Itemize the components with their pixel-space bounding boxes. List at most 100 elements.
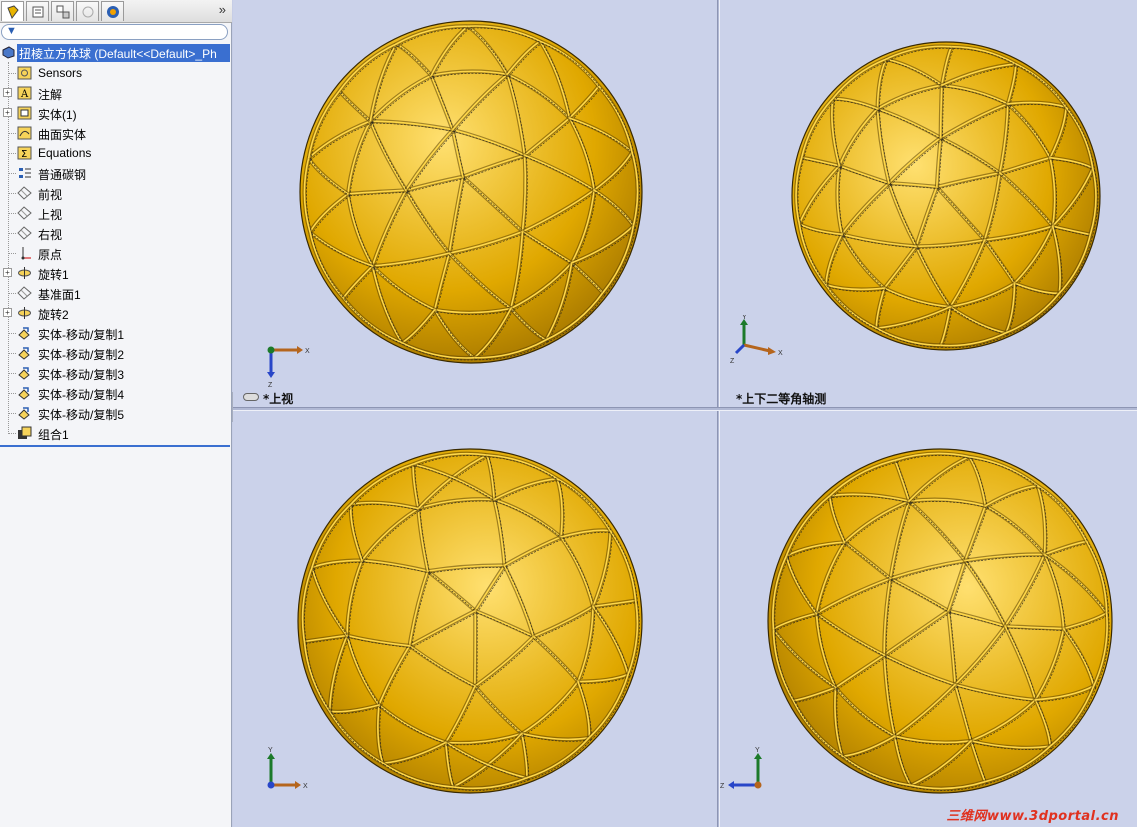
sensors-icon (17, 66, 32, 80)
viewport-splitter-vertical[interactable] (717, 0, 720, 827)
snub-cube-sphere-model[interactable] (787, 37, 1105, 355)
solid-bodies-icon (17, 106, 32, 120)
axis-triad: Y X Z (730, 315, 783, 365)
triad-y-label: Y (742, 315, 747, 321)
triad-x-label: X (305, 348, 310, 355)
triad-z-label: Z (720, 783, 725, 790)
tree-connector (8, 73, 16, 74)
expand-toggle[interactable]: + (3, 268, 12, 277)
tree-item[interactable]: + 旋转1 (0, 264, 230, 282)
tree-item-label: 上视 (38, 208, 63, 222)
tree-item[interactable]: Σ Equations (0, 144, 230, 162)
tree-item[interactable]: 实体-移动/复制4 (0, 384, 230, 402)
snub-cube-sphere-model[interactable] (293, 444, 647, 798)
tree-item-label: 实体-移动/复制5 (38, 408, 125, 422)
viewport-isometric[interactable]: Y X Z *上下二等角轴测 (720, 0, 1137, 407)
snub-cube-sphere-model[interactable] (295, 16, 647, 368)
tree-item-label: 右视 (38, 228, 63, 242)
tree-connector (8, 373, 16, 374)
display-manager-tab[interactable] (101, 1, 124, 21)
tree-item-label: 曲面实体 (38, 128, 87, 142)
surface-bodies-icon (17, 126, 32, 140)
tree-item[interactable]: 实体-移动/复制5 (0, 404, 230, 422)
equations-icon: Σ (17, 146, 32, 160)
tree-item-label: 普通碳钢 (38, 168, 87, 182)
triad-y-label: Y (268, 747, 273, 754)
panel-tabbar: » (0, 0, 232, 23)
configuration-manager-tab[interactable] (51, 1, 74, 21)
tree-item-label: 注解 (38, 88, 63, 102)
root-part-label: 扭棱立方体球 (Default<<Default>_Ph (19, 47, 217, 61)
tree-item[interactable]: 实体-移动/复制2 (0, 344, 230, 362)
move-copy-icon (18, 407, 30, 420)
viewport-splitter-horizontal[interactable] (233, 407, 1137, 411)
tree-item[interactable]: 普通碳钢 (0, 164, 230, 182)
annotations-icon: A (17, 86, 32, 100)
triad-x-label: X (303, 783, 308, 790)
material-icon (19, 168, 31, 178)
tree-root-part[interactable]: 扭棱立方体球 (Default<<Default>_Ph (0, 44, 230, 62)
tree-item-label: Sensors (38, 66, 83, 80)
viewport-front[interactable]: YX (233, 411, 717, 827)
display-manager-icon (106, 5, 119, 18)
expand-toggle[interactable]: + (3, 88, 12, 97)
tree-connector (8, 213, 16, 214)
dimxpert-tab[interactable] (76, 1, 99, 21)
svg-text:A: A (20, 89, 29, 100)
tree-filter-input[interactable]: ▼ (1, 24, 228, 40)
tree-item[interactable]: Sensors (0, 64, 230, 82)
origin-icon (21, 247, 31, 260)
combine-icon (18, 426, 32, 439)
triad-z-label: Z (268, 382, 273, 389)
tree-item[interactable]: + 旋转2 (0, 304, 230, 322)
tree-item[interactable]: 上视 (0, 204, 230, 222)
viewport-top[interactable]: X Z *上视 (233, 0, 717, 407)
feature-manager-tab[interactable] (1, 1, 24, 21)
tree-item[interactable]: 基准面1 (0, 284, 230, 302)
tree-item-label: 实体-移动/复制3 (38, 368, 125, 382)
triad-x-label: X (778, 350, 783, 357)
expand-tabs-button[interactable]: » (219, 2, 226, 17)
tree-connector (8, 233, 16, 234)
move-copy-icon (18, 327, 30, 340)
view-label-top: *上视 (263, 392, 294, 406)
tree-item[interactable]: 实体-移动/复制3 (0, 364, 230, 382)
expand-toggle[interactable]: + (3, 308, 12, 317)
viewport-right[interactable]: YZ (720, 411, 1137, 827)
move-copy-icon (18, 367, 30, 380)
filter-icon: ▼ (6, 25, 17, 37)
plane-icon (17, 286, 32, 300)
snub-cube-sphere-model[interactable] (763, 444, 1117, 798)
expand-toggle[interactable]: + (3, 108, 12, 117)
move-copy-icon (18, 387, 30, 400)
tree-connector (8, 193, 16, 194)
plane-icon (17, 226, 32, 240)
tree-item-label: 实体-移动/复制1 (38, 328, 125, 342)
axis-triad: YZ (720, 747, 762, 790)
tree-item[interactable]: 曲面实体 (0, 124, 230, 142)
tree-item[interactable]: 前视 (0, 184, 230, 202)
tree-connector (8, 293, 16, 294)
tree-item[interactable]: + A 注解 (0, 84, 230, 102)
property-manager-tab[interactable] (26, 1, 49, 21)
tree-item-label: 旋转1 (38, 268, 69, 282)
tree-item-label: 旋转2 (38, 308, 69, 322)
tree-connector (8, 173, 16, 174)
tree-item[interactable]: 原点 (0, 244, 230, 262)
tree-item-label: 前视 (38, 188, 63, 202)
tree-item[interactable]: 右视 (0, 224, 230, 242)
graphics-area[interactable]: X Z *上视 Y X Z *上下二等角轴测 YX YZ (233, 0, 1137, 827)
link-views-icon[interactable] (243, 393, 259, 401)
plane-icon (17, 206, 32, 220)
tree-connector (8, 133, 16, 134)
tree-item[interactable]: 实体-移动/复制1 (0, 324, 230, 342)
triad-y-label: Y (755, 747, 760, 754)
tree-connector (8, 253, 16, 254)
feature-manager-panel: » ▼ 扭棱立方体球 (Default<<Default>_Ph Sensors… (0, 0, 232, 827)
axis-triad: XZ (267, 346, 310, 389)
tree-connector (8, 153, 16, 154)
tree-item-label: 组合1 (38, 428, 69, 442)
tree-item[interactable]: + 实体(1) (0, 104, 230, 122)
feature-manager-icon (6, 4, 19, 19)
tree-item[interactable]: 组合1 (0, 424, 230, 442)
